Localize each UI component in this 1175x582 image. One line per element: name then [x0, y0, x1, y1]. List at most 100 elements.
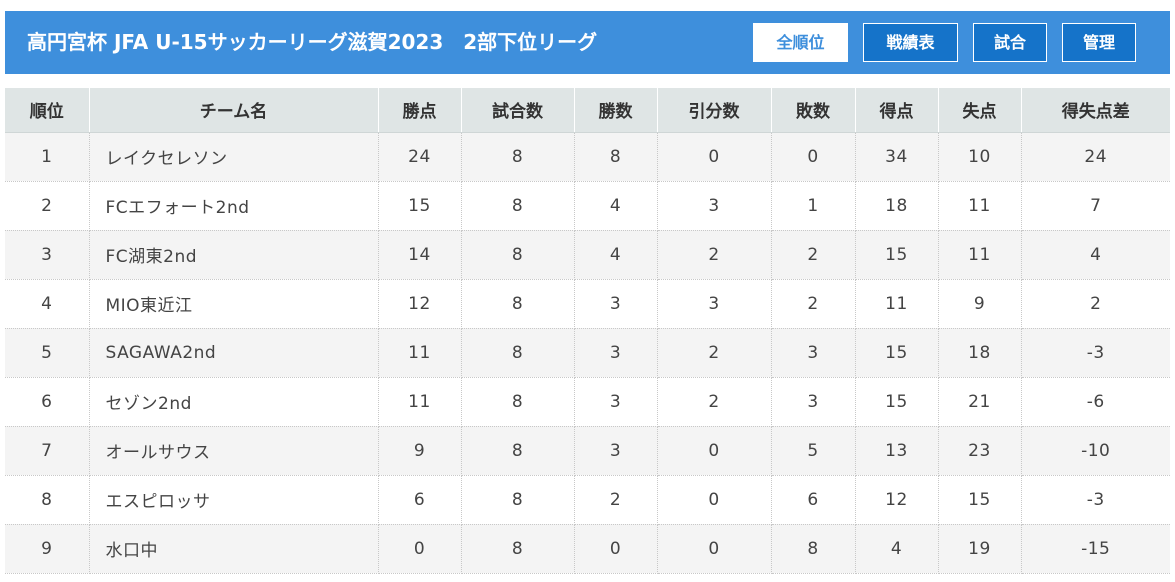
cell-goals-for: 15 [855, 377, 939, 427]
table-row: 2 FCエフォート2nd 15 8 4 3 1 18 11 7 [5, 181, 1170, 231]
column-header-losses: 敗数 [771, 88, 856, 133]
cell-rank: 7 [5, 426, 90, 476]
cell-goal-difference: 24 [1021, 132, 1170, 182]
cell-goals-against: 11 [938, 230, 1022, 280]
table-row: 5 SAGAWA2nd 11 8 3 2 3 15 18 -3 [5, 328, 1170, 378]
cell-goal-difference: -3 [1021, 328, 1170, 378]
cell-team: SAGAWA2nd [89, 328, 379, 378]
cell-played: 8 [461, 181, 575, 231]
cell-goals-for: 34 [855, 132, 939, 182]
cell-draws: 2 [657, 377, 772, 427]
cell-points: 6 [378, 475, 462, 525]
cell-rank: 1 [5, 132, 90, 182]
cell-team: セゾン2nd [89, 377, 379, 427]
cell-wins: 3 [574, 426, 658, 476]
cell-goals-for: 4 [855, 524, 939, 574]
cell-rank: 6 [5, 377, 90, 427]
cell-goal-difference: 4 [1021, 230, 1170, 280]
cell-goals-against: 15 [938, 475, 1022, 525]
cell-losses: 3 [771, 328, 856, 378]
page-header: 高円宮杯 JFA U-15サッカーリーグ滋賀2023 2部下位リーグ 全順位 戦… [5, 11, 1170, 74]
cell-draws: 0 [657, 132, 772, 182]
cell-wins: 4 [574, 230, 658, 280]
nav-button-results-table[interactable]: 戦績表 [863, 23, 958, 62]
nav-button-all-standings[interactable]: 全順位 [753, 23, 848, 62]
cell-losses: 0 [771, 132, 856, 182]
cell-goals-for: 18 [855, 181, 939, 231]
cell-played: 8 [461, 132, 575, 182]
cell-team: 水口中 [89, 524, 379, 574]
cell-losses: 5 [771, 426, 856, 476]
cell-wins: 2 [574, 475, 658, 525]
cell-draws: 0 [657, 524, 772, 574]
cell-rank: 4 [5, 279, 90, 329]
cell-team: エスピロッサ [89, 475, 379, 525]
cell-wins: 3 [574, 377, 658, 427]
cell-goals-for: 15 [855, 328, 939, 378]
cell-points: 24 [378, 132, 462, 182]
cell-draws: 3 [657, 279, 772, 329]
cell-team: FCエフォート2nd [89, 181, 379, 231]
cell-played: 8 [461, 475, 575, 525]
cell-goals-against: 23 [938, 426, 1022, 476]
cell-goals-against: 10 [938, 132, 1022, 182]
cell-wins: 8 [574, 132, 658, 182]
column-header-draws: 引分数 [657, 88, 772, 133]
nav-button-matches[interactable]: 試合 [973, 23, 1047, 62]
table-header-row: 順位 チーム名 勝点 試合数 勝数 引分数 敗数 得点 失点 得失点差 [5, 88, 1170, 133]
cell-wins: 0 [574, 524, 658, 574]
cell-rank: 5 [5, 328, 90, 378]
cell-played: 8 [461, 230, 575, 280]
cell-points: 15 [378, 181, 462, 231]
column-header-rank: 順位 [5, 88, 90, 133]
table-row: 3 FC湖東2nd 14 8 4 2 2 15 11 4 [5, 230, 1170, 280]
cell-draws: 3 [657, 181, 772, 231]
cell-goals-against: 11 [938, 181, 1022, 231]
cell-losses: 2 [771, 279, 856, 329]
cell-wins: 4 [574, 181, 658, 231]
cell-goals-against: 18 [938, 328, 1022, 378]
cell-points: 14 [378, 230, 462, 280]
table-row: 8 エスピロッサ 6 8 2 0 6 12 15 -3 [5, 475, 1170, 525]
cell-draws: 2 [657, 328, 772, 378]
cell-points: 9 [378, 426, 462, 476]
cell-goal-difference: 7 [1021, 181, 1170, 231]
cell-rank: 3 [5, 230, 90, 280]
column-header-played: 試合数 [461, 88, 575, 133]
nav-button-admin[interactable]: 管理 [1062, 23, 1136, 62]
standings-table: 順位 チーム名 勝点 試合数 勝数 引分数 敗数 得点 失点 得失点差 1 レイ… [5, 88, 1170, 574]
column-header-wins: 勝数 [574, 88, 658, 133]
cell-rank: 8 [5, 475, 90, 525]
table-row: 6 セゾン2nd 11 8 3 2 3 15 21 -6 [5, 377, 1170, 427]
cell-goal-difference: -15 [1021, 524, 1170, 574]
cell-goals-for: 15 [855, 230, 939, 280]
cell-played: 8 [461, 426, 575, 476]
cell-losses: 2 [771, 230, 856, 280]
cell-goals-for: 12 [855, 475, 939, 525]
cell-goals-against: 19 [938, 524, 1022, 574]
cell-wins: 3 [574, 279, 658, 329]
cell-played: 8 [461, 377, 575, 427]
cell-wins: 3 [574, 328, 658, 378]
cell-goal-difference: -10 [1021, 426, 1170, 476]
cell-rank: 2 [5, 181, 90, 231]
cell-rank: 9 [5, 524, 90, 574]
cell-team: MIO東近江 [89, 279, 379, 329]
cell-goal-difference: -6 [1021, 377, 1170, 427]
cell-losses: 1 [771, 181, 856, 231]
column-header-goal-difference: 得失点差 [1021, 88, 1170, 133]
cell-points: 11 [378, 377, 462, 427]
cell-losses: 8 [771, 524, 856, 574]
column-header-goals-for: 得点 [855, 88, 939, 133]
cell-draws: 0 [657, 426, 772, 476]
cell-goals-against: 21 [938, 377, 1022, 427]
page-title: 高円宮杯 JFA U-15サッカーリーグ滋賀2023 2部下位リーグ [27, 30, 598, 54]
cell-goal-difference: 2 [1021, 279, 1170, 329]
cell-team: FC湖東2nd [89, 230, 379, 280]
cell-team: オールサウス [89, 426, 379, 476]
cell-points: 0 [378, 524, 462, 574]
table-row: 4 MIO東近江 12 8 3 3 2 11 9 2 [5, 279, 1170, 329]
cell-team: レイクセレソン [89, 132, 379, 182]
cell-draws: 2 [657, 230, 772, 280]
table-row: 9 水口中 0 8 0 0 8 4 19 -15 [5, 524, 1170, 574]
